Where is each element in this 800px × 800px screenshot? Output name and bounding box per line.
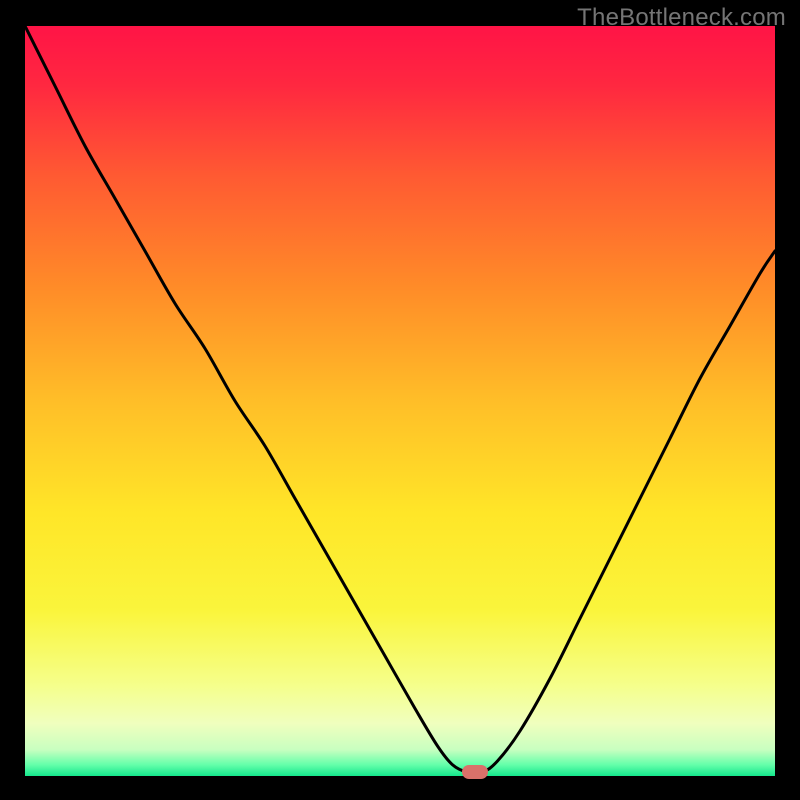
plot-area (25, 26, 775, 776)
bottleneck-chart (25, 26, 775, 776)
app-frame: TheBottleneck.com (0, 0, 800, 800)
chart-background (25, 26, 775, 776)
optimal-marker (462, 765, 488, 779)
